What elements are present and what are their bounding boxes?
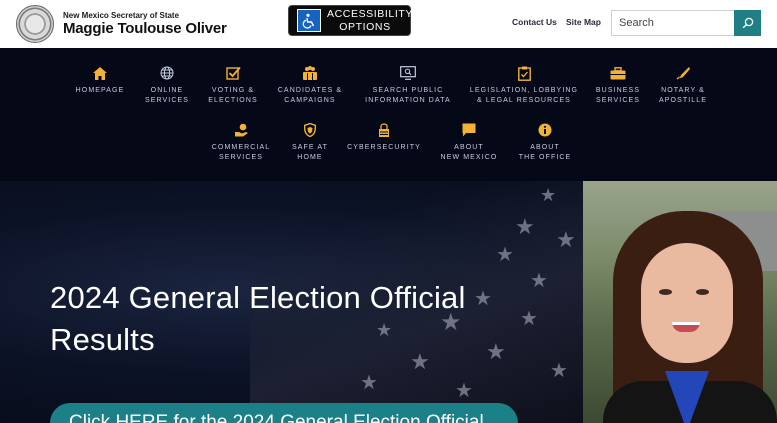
star-icon: ★ bbox=[550, 360, 568, 382]
star-icon: ★ bbox=[496, 244, 514, 266]
star-icon: ★ bbox=[455, 380, 473, 402]
pen-icon bbox=[675, 65, 691, 81]
info-icon bbox=[537, 122, 553, 138]
star-icon: ★ bbox=[360, 372, 378, 394]
nav-item-search-public-information[interactable]: SEARCH PUBLIC INFORMATION DATA bbox=[356, 65, 460, 106]
nav-label: COMMERCIAL SERVICES bbox=[211, 144, 271, 161]
nav-label: CANDIDATES & CAMPAIGNS bbox=[277, 87, 343, 104]
search-button[interactable] bbox=[734, 10, 761, 36]
nav-item-safe-at-home[interactable]: SAFE AT HOME bbox=[280, 122, 340, 163]
nav-item-commercial-services[interactable]: COMMERCIAL SERVICES bbox=[206, 122, 276, 163]
nav-label: CYBERSECURITY bbox=[347, 144, 421, 151]
state-seal-logo[interactable] bbox=[16, 5, 54, 43]
nav-label: SEARCH PUBLIC INFORMATION DATA bbox=[365, 87, 451, 104]
nav-item-candidates-campaigns[interactable]: CANDIDATES & CAMPAIGNS bbox=[268, 65, 352, 106]
nav-label: ABOUT NEW MEXICO bbox=[440, 144, 498, 161]
nav-label: LEGISLATION, LOBBYING & LEGAL RESOURCES bbox=[469, 87, 579, 104]
hero-title: 2024 General Election Official Results bbox=[50, 280, 466, 357]
ballot-check-icon bbox=[225, 65, 241, 81]
accessibility-options-button[interactable]: ACCESSIBILITY OPTIONS bbox=[288, 5, 413, 36]
nav-item-homepage[interactable]: HOMEPAGE bbox=[67, 65, 133, 96]
nav-item-business-services[interactable]: BUSINESS SERVICES bbox=[588, 65, 648, 106]
search-input[interactable] bbox=[611, 10, 735, 36]
wheelchair-icon bbox=[297, 9, 321, 32]
site-map-link[interactable]: Site Map bbox=[566, 17, 601, 27]
portrait-eye bbox=[696, 289, 709, 295]
nav-item-notary-apostille[interactable]: NOTARY & APOSTILLE bbox=[652, 65, 714, 106]
portrait-face bbox=[641, 243, 733, 363]
speech-bubble-icon bbox=[461, 122, 477, 138]
contact-us-link[interactable]: Contact Us bbox=[512, 17, 557, 27]
nav-label: ABOUT THE OFFICE bbox=[518, 144, 572, 161]
star-icon: ★ bbox=[530, 270, 548, 292]
nav-label: ONLINE SERVICES bbox=[144, 87, 190, 104]
home-icon bbox=[92, 65, 108, 81]
star-icon: ★ bbox=[556, 227, 576, 252]
nav-label: SAFE AT HOME bbox=[292, 144, 328, 161]
star-icon: ★ bbox=[520, 308, 538, 330]
lock-icon bbox=[376, 122, 392, 138]
nav-label: HOMEPAGE bbox=[75, 87, 125, 94]
briefcase-icon bbox=[610, 65, 626, 81]
main-navigation: HOMEPAGE ONLINE SERVICES VOTING & ELECTI… bbox=[0, 48, 777, 181]
people-icon bbox=[302, 65, 318, 81]
nav-item-voting-elections[interactable]: VOTING & ELECTIONS bbox=[200, 65, 266, 106]
nav-label: NOTARY & APOSTILLE bbox=[658, 87, 708, 104]
accessibility-label-line1: ACCESSIBILITY bbox=[327, 7, 413, 20]
election-results-cta-button[interactable]: Click HERE for the 2024 General Election… bbox=[50, 403, 518, 423]
star-icon: ★ bbox=[540, 185, 557, 205]
clipboard-icon bbox=[516, 65, 532, 81]
nav-label: VOTING & ELECTIONS bbox=[208, 87, 258, 104]
org-title[interactable]: Maggie Toulouse Oliver bbox=[63, 20, 227, 37]
nav-item-about-the-office[interactable]: ABOUT THE OFFICE bbox=[512, 122, 578, 163]
globe-icon bbox=[159, 65, 175, 81]
nav-item-about-new-mexico[interactable]: ABOUT NEW MEXICO bbox=[432, 122, 506, 163]
site-header: New Mexico Secretary of State Maggie Tou… bbox=[0, 0, 777, 48]
accessibility-label-line2: OPTIONS bbox=[339, 20, 391, 33]
nav-item-online-services[interactable]: ONLINE SERVICES bbox=[134, 65, 200, 106]
hand-coin-icon bbox=[233, 122, 249, 138]
secretary-portrait-photo bbox=[583, 181, 777, 423]
org-subtitle: New Mexico Secretary of State bbox=[63, 11, 180, 20]
accessibility-label: ACCESSIBILITY OPTIONS bbox=[327, 7, 413, 34]
shield-icon bbox=[302, 122, 318, 138]
nav-item-legislation-lobbying[interactable]: LEGISLATION, LOBBYING & LEGAL RESOURCES bbox=[467, 65, 581, 106]
nav-item-cybersecurity[interactable]: CYBERSECURITY bbox=[346, 122, 422, 153]
star-icon: ★ bbox=[515, 214, 535, 239]
search-icon bbox=[742, 17, 753, 29]
hero-banner: ★ ★ ★ ★ ★ ★ ★ ★ ★ ★ ★ ★ ★ ★ 2024 General… bbox=[0, 181, 777, 423]
nav-label: BUSINESS SERVICES bbox=[595, 87, 641, 104]
monitor-search-icon bbox=[400, 65, 416, 81]
portrait-eye bbox=[659, 289, 672, 295]
